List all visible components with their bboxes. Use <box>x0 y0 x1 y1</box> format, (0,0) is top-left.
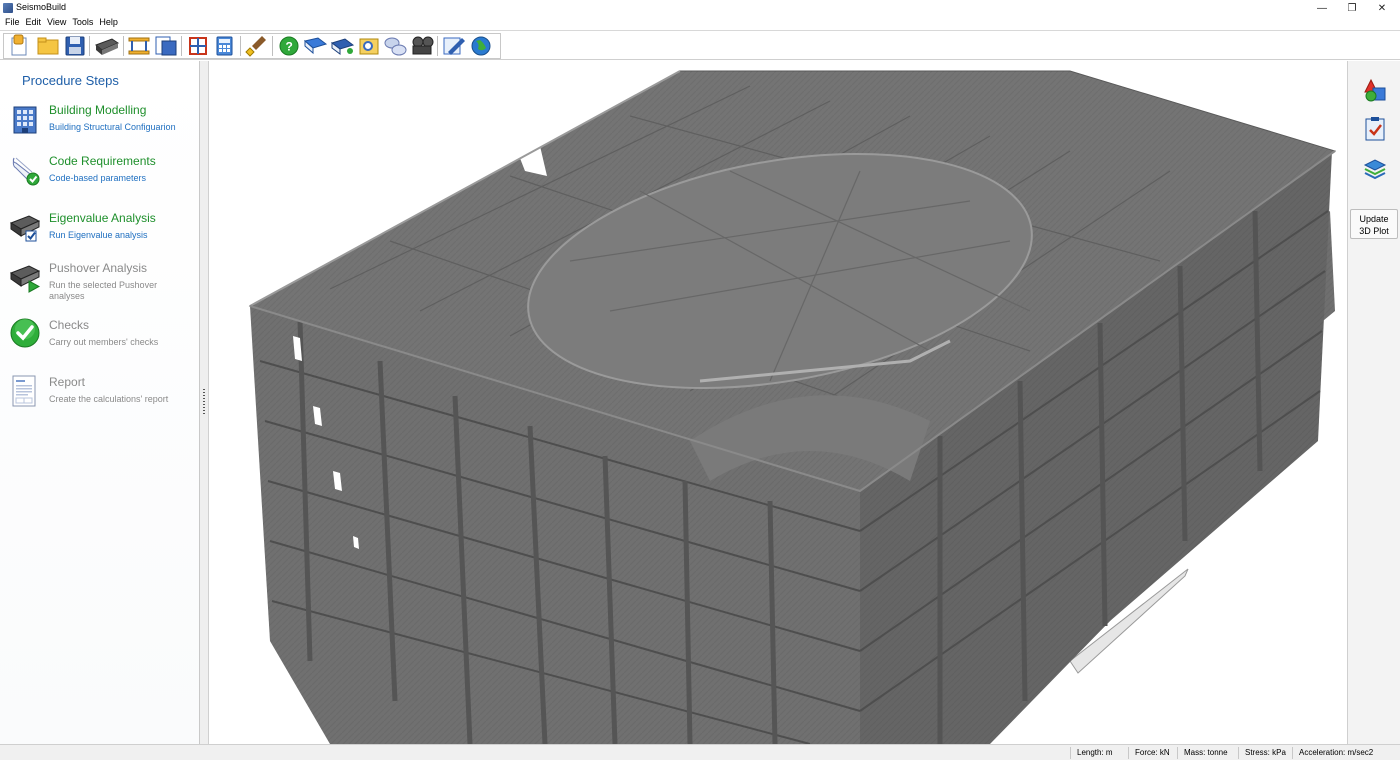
step-title[interactable]: Checks <box>49 318 89 332</box>
step-title[interactable]: Pushover Analysis <box>49 261 147 275</box>
step-report[interactable]: Report Create the calculations' report <box>10 375 198 419</box>
open-folder-icon[interactable] <box>37 37 59 55</box>
step-eigenvalue-analysis[interactable]: Eigenvalue Analysis Run Eigenvalue analy… <box>10 211 198 255</box>
shapes-icon[interactable] <box>1363 78 1387 102</box>
menu-help[interactable]: Help <box>96 16 121 27</box>
step-checks[interactable]: Checks Carry out members' checks <box>10 318 198 362</box>
title-bar: SeismoBuild — ❐ ✕ <box>0 0 1400 16</box>
save-icon[interactable] <box>65 36 85 56</box>
splitter-grip[interactable] <box>203 389 205 415</box>
step-title[interactable]: Code Requirements <box>49 154 156 168</box>
procedure-steps-panel: Procedure Steps Building Modelling Build… <box>0 61 200 744</box>
menu-edit[interactable]: Edit <box>23 16 45 27</box>
beam-icon[interactable] <box>128 37 150 55</box>
step-subtitle: Carry out members' checks <box>49 337 159 347</box>
step-code-requirements[interactable]: Code Requirements Code-based parameters <box>10 154 198 198</box>
menu-file[interactable]: File <box>0 16 23 27</box>
machine-icon[interactable] <box>95 38 120 55</box>
menu-bar: File Edit View Tools Help <box>0 16 1400 30</box>
status-acceleration-unit: Acceleration: m/sec2 <box>1299 748 1374 757</box>
calculator-icon[interactable] <box>216 36 233 56</box>
status-mass-unit: Mass: tonne <box>1184 748 1228 757</box>
checklist-icon[interactable] <box>1363 117 1387 141</box>
toolbar-icons: ? <box>11 34 491 57</box>
3d-viewport[interactable] <box>210 61 1346 744</box>
manual-book-icon[interactable] <box>303 37 328 55</box>
step-pushover-analysis[interactable]: Pushover Analysis Run the selected Pusho… <box>10 261 198 305</box>
machine-play-icon <box>10 265 40 293</box>
update-button-line2: 3D Plot <box>1359 226 1389 236</box>
svg-text:?: ? <box>286 40 293 54</box>
step-title[interactable]: Eigenvalue Analysis <box>49 211 156 225</box>
menu-view[interactable]: View <box>44 16 69 27</box>
step-subtitle: Run Eigenvalue analysis <box>49 230 148 240</box>
update-button-line1: Update <box>1359 214 1389 224</box>
close-button[interactable]: ✕ <box>1362 0 1400 16</box>
tutorial-book-icon[interactable] <box>330 38 355 55</box>
step-title[interactable]: Building Modelling <box>49 103 146 117</box>
status-bar: Length: m Force: kN Mass: tonne Stress: … <box>0 744 1400 760</box>
film-icon[interactable] <box>412 36 434 55</box>
green-check-icon <box>10 318 40 348</box>
update-3d-plot-button[interactable]: Update 3D Plot <box>1350 209 1398 239</box>
structure-icon[interactable] <box>189 37 207 55</box>
machine-check-icon <box>10 215 40 242</box>
report-icon <box>12 375 36 407</box>
step-subtitle: Building Structural Configuarion <box>49 122 176 132</box>
procedure-steps-heading: Procedure Steps <box>22 73 119 88</box>
status-stress-unit: Stress: kPa <box>1245 748 1286 757</box>
menu-tools[interactable]: Tools <box>69 16 96 27</box>
new-project-icon[interactable] <box>11 34 27 56</box>
help-icon[interactable]: ? <box>279 36 299 56</box>
step-subtitle: Run the selected Pushover analyses <box>49 280 158 301</box>
step-subtitle: Code-based parameters <box>49 173 147 183</box>
edit-pencil-icon[interactable] <box>443 37 465 55</box>
building-3d-model[interactable] <box>210 61 1346 744</box>
panel-splitter[interactable] <box>200 61 209 744</box>
step-subtitle: Create the calculations' report <box>49 394 169 404</box>
app-icon <box>3 3 13 13</box>
layers-icon[interactable] <box>1363 156 1387 180</box>
paint-brush-icon[interactable] <box>245 36 266 57</box>
globe-icon[interactable] <box>471 36 491 56</box>
building-icon <box>13 106 37 134</box>
window-title: SeismoBuild <box>16 2 67 12</box>
step-building-modelling[interactable]: Building Modelling Building Structural C… <box>10 103 198 147</box>
toolbar: ? <box>0 30 1400 60</box>
chat-icon[interactable] <box>384 37 407 56</box>
right-toolbar-panel: Update 3D Plot <box>1347 61 1400 744</box>
scroll-check-icon <box>12 157 40 186</box>
status-force-unit: Force: kN <box>1135 748 1170 757</box>
print-preview-icon[interactable] <box>155 36 177 56</box>
step-title[interactable]: Report <box>49 375 85 389</box>
status-length-unit: Length: m <box>1077 748 1113 757</box>
search-file-icon[interactable] <box>359 38 379 55</box>
